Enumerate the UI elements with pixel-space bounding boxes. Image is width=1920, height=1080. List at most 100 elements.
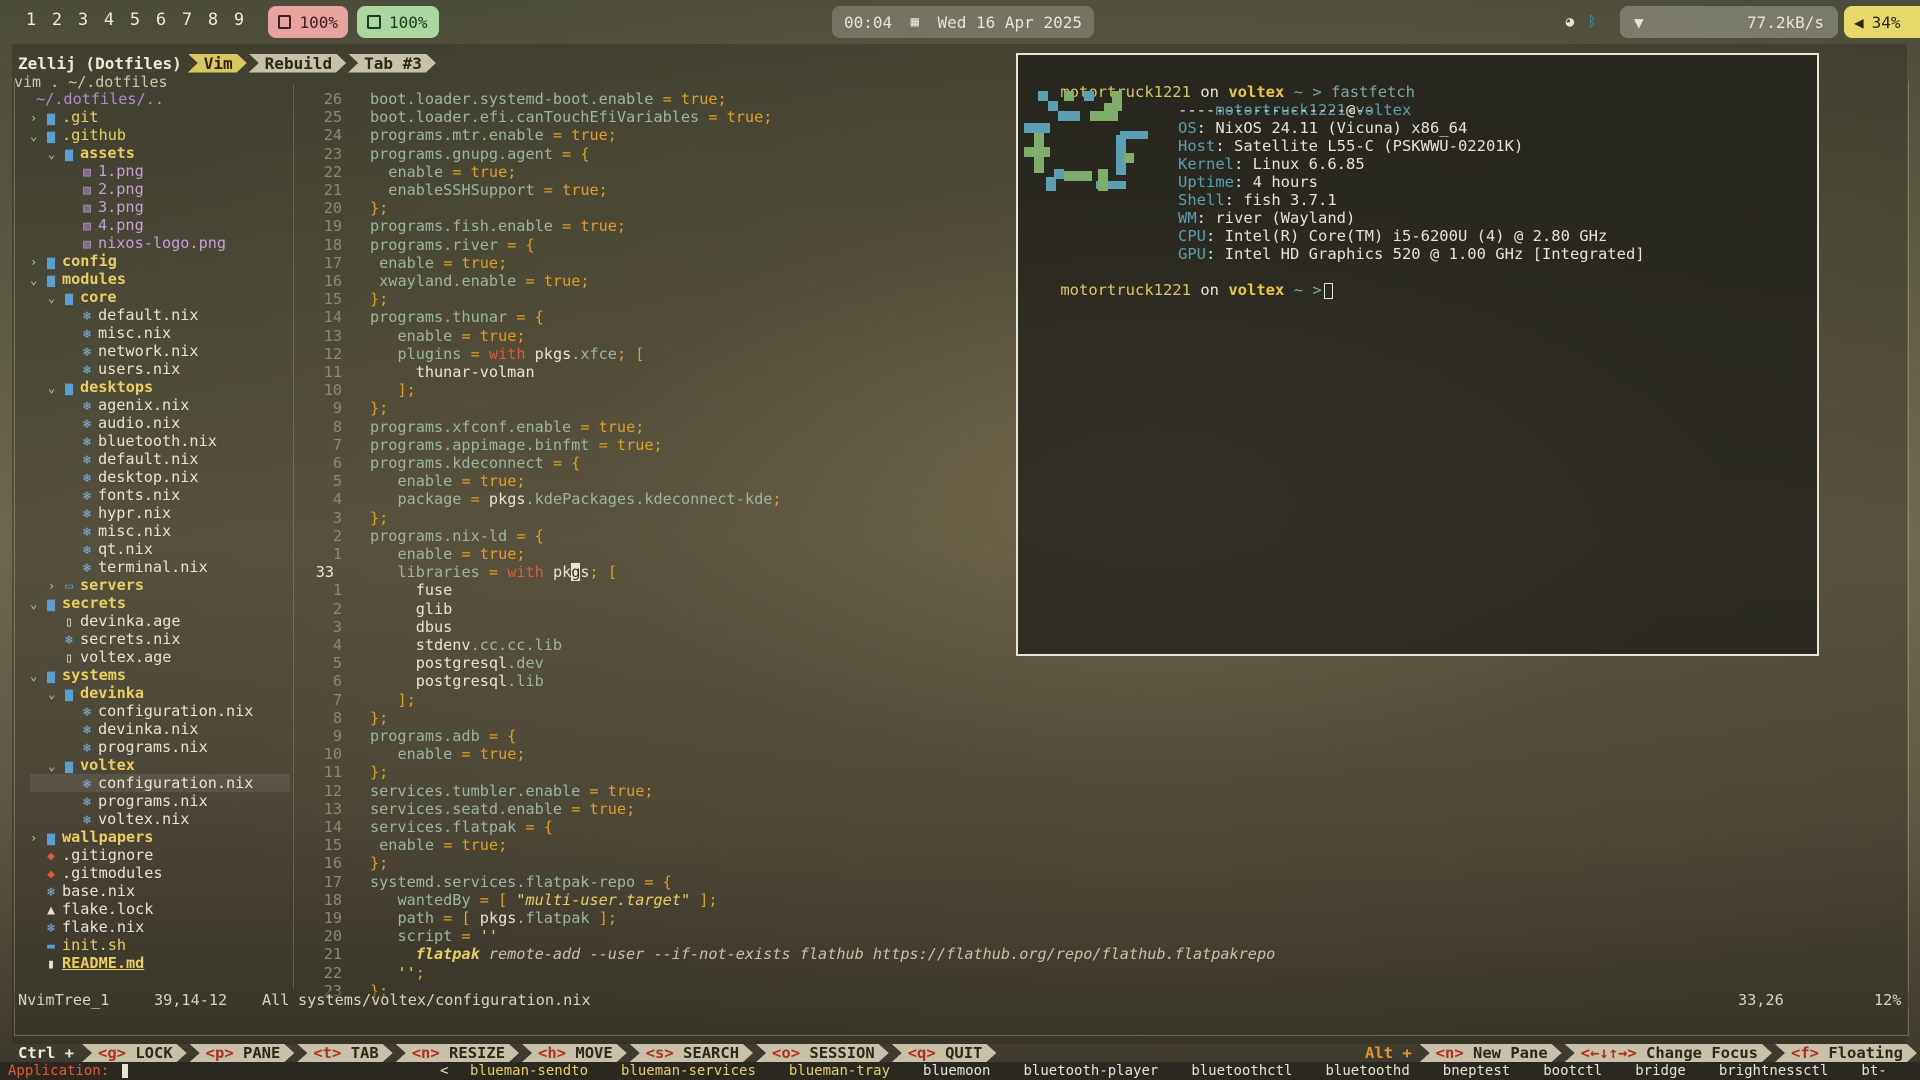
code-line[interactable]: glib xyxy=(370,600,453,618)
code-line[interactable]: libraries = with pkgs; [ xyxy=(370,563,617,582)
code-line[interactable]: stdenv.cc.cc.lib xyxy=(370,636,562,654)
discord-icon[interactable]: ◕ xyxy=(1566,14,1574,30)
code-line[interactable]: }; xyxy=(370,290,388,308)
workspace-5[interactable]: 5 xyxy=(122,8,148,32)
code-line[interactable]: ]; xyxy=(370,691,415,709)
chevron-icon[interactable]: ⌄ xyxy=(48,145,62,163)
tree-item[interactable]: ⌄ ▆ secrets xyxy=(30,594,126,612)
chevron-icon[interactable]: › xyxy=(48,577,62,595)
code-line[interactable]: flatpak remote-add --user --if-not-exist… xyxy=(370,945,1276,963)
tree-item[interactable]: ❄ agenix.nix xyxy=(30,396,189,414)
tree-item[interactable]: ❄ programs.nix xyxy=(30,792,208,810)
tree-item[interactable]: ❄ base.nix xyxy=(30,882,135,900)
keybind-lock[interactable]: <g> LOCK xyxy=(82,1044,187,1062)
launcher-app[interactable]: bneptest xyxy=(1443,1062,1510,1080)
code-line[interactable]: xwayland.enable = true; xyxy=(370,272,589,290)
code-line[interactable]: ]; xyxy=(370,381,415,399)
code-line[interactable]: programs.appimage.binfmt = true; xyxy=(370,436,663,454)
code-line[interactable]: path = [ pkgs.flatpak ]; xyxy=(370,909,617,927)
application-launcher[interactable]: Application: < blueman-sendto blueman-ser… xyxy=(0,1062,1920,1080)
chevron-icon[interactable]: ⌄ xyxy=(30,271,44,289)
tree-item[interactable]: ❄ misc.nix xyxy=(30,324,171,342)
tree-root[interactable]: ~/.dotfiles/.. xyxy=(36,90,164,108)
code-line[interactable]: programs.nix-ld = { xyxy=(370,527,544,545)
workspace-9[interactable]: 9 xyxy=(226,8,252,32)
workspace-1[interactable]: 1 xyxy=(18,8,44,32)
code-line[interactable]: enable = true; xyxy=(370,327,525,345)
tree-item[interactable]: ❄ default.nix xyxy=(30,306,199,324)
launcher-app[interactable]: bluetooth-player xyxy=(1023,1062,1158,1080)
floating-terminal[interactable]: motortruck1221 on voltex ~ > fastfetch m… xyxy=(1016,53,1819,656)
keybind-search[interactable]: <s> SEARCH xyxy=(630,1044,753,1062)
chevron-icon[interactable]: ⌄ xyxy=(48,757,62,775)
keybind-session[interactable]: <o> SESSION xyxy=(756,1044,889,1062)
tree-item[interactable]: ❄ default.nix xyxy=(30,450,199,468)
tree-item[interactable]: ▯ devinka.age xyxy=(30,612,181,630)
tree-item[interactable]: ▧ 3.png xyxy=(30,198,144,216)
launcher-app[interactable]: blueman-sendto xyxy=(470,1062,588,1080)
keybind-resize[interactable]: <n> RESIZE xyxy=(396,1044,519,1062)
tree-item[interactable]: ❄ secrets.nix xyxy=(30,630,181,648)
tree-item[interactable]: › ▆ wallpapers xyxy=(30,828,153,846)
tree-item[interactable]: ❄ terminal.nix xyxy=(30,558,208,576)
tree-item[interactable]: ▮ README.md xyxy=(30,954,144,972)
code-line[interactable]: thunar-volman xyxy=(370,363,535,381)
chevron-icon[interactable]: › xyxy=(30,109,44,127)
tree-item[interactable]: ❄ users.nix xyxy=(30,360,180,378)
chevron-icon[interactable]: ⌄ xyxy=(48,289,62,307)
code-line[interactable]: programs.thunar = { xyxy=(370,308,544,326)
code-line[interactable]: }; xyxy=(370,854,388,872)
chevron-icon[interactable]: ⌄ xyxy=(30,667,44,685)
tree-item[interactable]: ❄ configuration.nix xyxy=(30,774,290,792)
code-line[interactable]: programs.kdeconnect = { xyxy=(370,454,580,472)
launcher-app[interactable]: brightnessctl xyxy=(1719,1062,1829,1080)
code-line[interactable]: boot.loader.systemd-boot.enable = true; xyxy=(370,90,727,108)
code-line[interactable]: enable = true; xyxy=(370,163,516,181)
code-line[interactable]: }; xyxy=(370,509,388,527)
tree-item[interactable]: › ▆ .git xyxy=(30,108,99,126)
tree-item[interactable]: › ▆ config xyxy=(30,252,117,270)
launcher-app[interactable]: blueman-services xyxy=(621,1062,756,1080)
tree-item[interactable]: ▲ flake.lock xyxy=(30,900,153,918)
tree-item[interactable]: ❄ devinka.nix xyxy=(30,720,199,738)
code-line[interactable]: postgresql.dev xyxy=(370,654,544,672)
keybind-quit[interactable]: <q> QUIT xyxy=(892,1044,997,1062)
launcher-app[interactable]: bluemoon xyxy=(923,1062,990,1080)
tree-item[interactable]: ❄ desktop.nix xyxy=(30,468,199,486)
split-divider[interactable] xyxy=(293,84,294,989)
tree-item[interactable]: ▧ 4.png xyxy=(30,216,144,234)
tree-item[interactable]: ❄ programs.nix xyxy=(30,738,208,756)
code-line[interactable]: programs.gnupg.agent = { xyxy=(370,145,590,163)
tree-item[interactable]: ❄ qt.nix xyxy=(30,540,153,558)
code-line[interactable]: }; xyxy=(370,199,388,217)
keybind-pane[interactable]: <p> PANE xyxy=(190,1044,295,1062)
workspace-7[interactable]: 7 xyxy=(174,8,200,32)
workspace-6[interactable]: 6 xyxy=(148,8,174,32)
code-line[interactable]: enable = true; xyxy=(370,745,525,763)
tree-item[interactable]: ⌄ ▆ core xyxy=(30,288,117,306)
cpu-widget[interactable]: 100% xyxy=(357,6,439,38)
chevron-icon[interactable]: ⌄ xyxy=(30,127,44,145)
chevron-icon[interactable]: ⌄ xyxy=(48,379,62,397)
tree-item[interactable]: ❄ bluetooth.nix xyxy=(30,432,217,450)
keybind-tab[interactable]: <t> TAB xyxy=(297,1044,392,1062)
tree-item[interactable]: ❄ audio.nix xyxy=(30,414,180,432)
workspace-2[interactable]: 2 xyxy=(44,8,70,32)
tree-item[interactable]: ▬ init.sh xyxy=(30,936,126,954)
memory-widget[interactable]: 100% xyxy=(268,6,348,38)
keybind-change-focus[interactable]: <←↓↑→> Change Focus xyxy=(1565,1044,1772,1062)
code-line[interactable]: programs.river = { xyxy=(370,236,535,254)
launcher-app[interactable]: bootctl xyxy=(1543,1062,1602,1080)
code-line[interactable]: }; xyxy=(370,763,388,781)
chevron-icon[interactable]: › xyxy=(30,829,44,847)
code-line[interactable]: services.seatd.enable = true; xyxy=(370,800,635,818)
code-line[interactable]: package = pkgs.kdePackages.kdeconnect-kd… xyxy=(370,490,781,508)
tree-item[interactable]: ⌄ ▆ desktops xyxy=(30,378,153,396)
launcher-app[interactable]: bridge xyxy=(1635,1062,1686,1080)
code-line[interactable]: ''; xyxy=(370,964,424,982)
code-line[interactable]: plugins = with pkgs.xfce; [ xyxy=(370,345,644,363)
workspace-3[interactable]: 3 xyxy=(70,8,96,32)
chevron-icon[interactable]: › xyxy=(30,253,44,271)
tree-item[interactable]: ⌄ ▆ modules xyxy=(30,270,126,288)
bluetooth-icon[interactable]: ᛒ xyxy=(1588,14,1596,30)
